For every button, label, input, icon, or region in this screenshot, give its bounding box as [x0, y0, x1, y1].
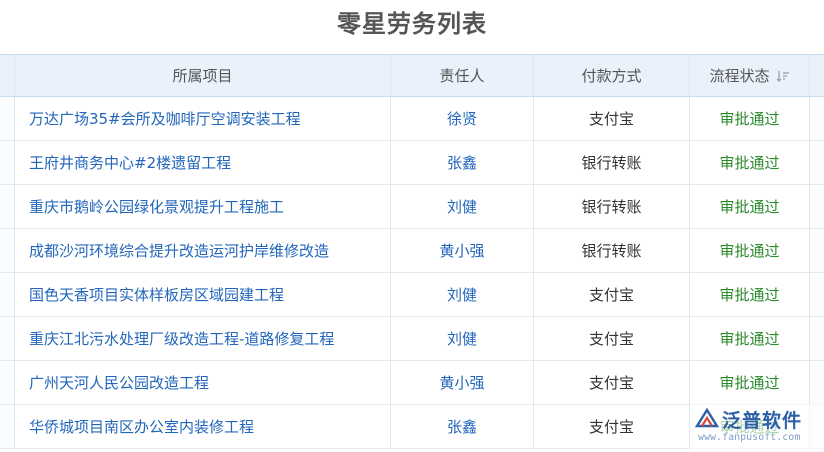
owner-link[interactable]: 刘健	[391, 317, 534, 360]
status-badge[interactable]: 审批通过	[690, 97, 810, 140]
status-badge[interactable]: 审批通过	[690, 229, 810, 272]
project-link[interactable]: 华侨城项目南区办公室内装修工程	[15, 405, 391, 448]
column-header-owner[interactable]: 责任人	[391, 55, 534, 96]
project-link[interactable]: 重庆市鹅岭公园绿化景观提升工程施工	[15, 185, 391, 228]
project-link[interactable]: 广州天河人民公园改造工程	[15, 361, 391, 404]
row-spacer-right	[810, 317, 824, 360]
project-link[interactable]: 万达广场35#会所及咖啡厅空调安装工程	[15, 97, 391, 140]
table-row[interactable]: 万达广场35#会所及咖啡厅空调安装工程 徐贤 支付宝 审批通过	[0, 97, 824, 141]
status-badge[interactable]: 审批通过	[690, 273, 810, 316]
owner-link[interactable]: 张鑫	[391, 405, 534, 448]
labor-table: 所属项目 责任人 付款方式 流程状态 万达广场35#会所及咖啡厅空调安装工程 徐贤…	[0, 54, 824, 452]
owner-link[interactable]: 黄小强	[391, 229, 534, 272]
header-spacer	[0, 55, 15, 96]
column-header-project[interactable]: 所属项目	[15, 55, 391, 96]
brand-logo-icon	[694, 406, 720, 432]
row-spacer	[0, 273, 15, 316]
payment-method: 支付宝	[534, 405, 690, 448]
row-spacer-right	[810, 97, 824, 140]
column-header-status-label: 流程状态	[709, 67, 770, 85]
row-spacer-right	[810, 273, 824, 316]
project-link[interactable]: 成都沙河环境综合提升改造运河护岸维修改造	[15, 229, 391, 272]
row-spacer	[0, 141, 15, 184]
row-spacer	[0, 229, 15, 272]
row-spacer-right	[810, 361, 824, 404]
brand-watermark: 泛普软件 www.fanpusoft.com	[690, 404, 824, 452]
sort-descending-icon[interactable]	[776, 69, 790, 83]
status-badge[interactable]: 审批通过	[690, 317, 810, 360]
payment-method: 支付宝	[534, 97, 690, 140]
page-title: 零星劳务列表	[337, 10, 487, 38]
row-spacer	[0, 405, 15, 448]
owner-link[interactable]: 徐贤	[391, 97, 534, 140]
status-badge[interactable]: 审批通过	[690, 185, 810, 228]
brand-name: 泛普软件	[722, 410, 803, 432]
payment-method: 支付宝	[534, 273, 690, 316]
row-spacer	[0, 361, 15, 404]
table-row[interactable]: 国色天香项目实体样板房区域园建工程 刘健 支付宝 审批通过	[0, 273, 824, 317]
owner-link[interactable]: 张鑫	[391, 141, 534, 184]
table-row[interactable]: 成都沙河环境综合提升改造运河护岸维修改造 黄小强 银行转账 审批通过	[0, 229, 824, 273]
header-spacer-right	[810, 55, 824, 96]
status-badge[interactable]: 审批通过	[690, 361, 810, 404]
column-header-payment[interactable]: 付款方式	[534, 55, 690, 96]
payment-method: 银行转账	[534, 229, 690, 272]
table-row[interactable]: 广州天河人民公园改造工程 黄小强 支付宝 审批通过	[0, 361, 824, 405]
row-spacer	[0, 317, 15, 360]
row-spacer-right	[810, 185, 824, 228]
row-spacer	[0, 185, 15, 228]
row-spacer	[0, 97, 15, 140]
owner-link[interactable]: 黄小强	[391, 361, 534, 404]
payment-method: 支付宝	[534, 361, 690, 404]
status-badge[interactable]: 审批通过	[690, 141, 810, 184]
project-link[interactable]: 国色天香项目实体样板房区域园建工程	[15, 273, 391, 316]
brand-url: www.fanpusoft.com	[698, 432, 801, 443]
table-row[interactable]: 重庆江北污水处理厂级改造工程-道路修复工程 刘健 支付宝 审批通过	[0, 317, 824, 361]
row-spacer-right	[810, 229, 824, 272]
owner-link[interactable]: 刘健	[391, 185, 534, 228]
payment-method: 银行转账	[534, 185, 690, 228]
table-header: 所属项目 责任人 付款方式 流程状态	[0, 54, 824, 97]
project-link[interactable]: 重庆江北污水处理厂级改造工程-道路修复工程	[15, 317, 391, 360]
owner-link[interactable]: 刘健	[391, 273, 534, 316]
project-link[interactable]: 王府井商务中心#2楼遗留工程	[15, 141, 391, 184]
payment-method: 银行转账	[534, 141, 690, 184]
table-row[interactable]: 重庆市鹅岭公园绿化景观提升工程施工 刘健 银行转账 审批通过	[0, 185, 824, 229]
row-spacer-right	[810, 141, 824, 184]
payment-method: 支付宝	[534, 317, 690, 360]
column-header-status[interactable]: 流程状态	[690, 55, 810, 96]
table-row[interactable]: 王府井商务中心#2楼遗留工程 张鑫 银行转账 审批通过	[0, 141, 824, 185]
